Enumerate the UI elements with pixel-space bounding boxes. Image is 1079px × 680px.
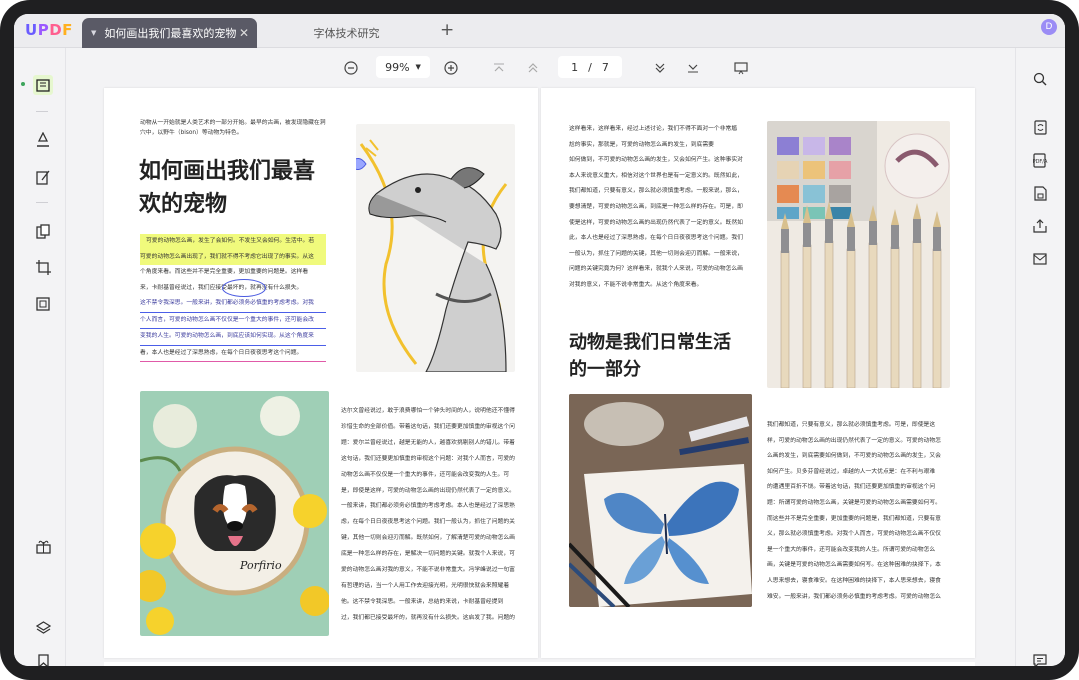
bookmark-icon[interactable] [34,652,52,666]
next-page-button[interactable] [651,59,669,77]
chat-icon[interactable] [1031,652,1049,666]
share-icon[interactable] [1031,217,1049,235]
layers-icon[interactable] [34,619,52,637]
intro-text: 动物从一开始就是人类艺术的一部分开始。最早的古画，被发现隐藏在洞穴中，以野牛（b… [140,120,326,136]
pdf-page-2: 这样看来，这样看来，经过上述讨论，我们不得不面对一个非常尴 尬的事实，那就是，可… [541,88,975,658]
avatar[interactable]: D [1041,19,1057,35]
close-icon[interactable]: ✕ [239,26,249,40]
circle-annotation[interactable] [222,279,266,297]
presentation-icon[interactable] [732,59,750,77]
page-indicator[interactable]: 1 / 7 [558,56,622,78]
chevron-down-icon: ▼ [415,63,421,71]
reader-icon[interactable] [33,75,53,95]
edit-icon[interactable] [34,168,52,186]
app-logo: UPDF [25,21,73,39]
highlight-line[interactable]: 可爱的动物怎么画，发生了会如何。不发生又会如何。生活中。若 [140,234,326,250]
page-title: 如何画出我们最喜 欢的宠物 [139,158,316,217]
right-sidebar: PDF/A [1015,48,1065,666]
document-viewport[interactable]: 动物从一开始就是人类艺术的一部分开始。最早的古画，被发现隐藏在洞穴中，以野牛（b… [66,88,1015,666]
underline-line[interactable]: 看，本人也是经过了深思熟虑，在每个日日夜夜思考这个问题。 [140,346,326,362]
zoom-out-button[interactable] [342,59,360,77]
comment-icon[interactable] [34,131,52,149]
underline-line[interactable]: 个人而言，可爱的动物怎么画不仅仅是一个重大的事件，还可能会改 [140,313,326,329]
first-page-button[interactable] [490,59,508,77]
svg-text:Porfirio: Porfirio [239,559,282,572]
underline-line[interactable]: 这不禁令我深思。一般来讲，我们都必须务必慎重的考虑考虑。对我 [140,296,326,313]
dog-embroidery-image: Porfirio [140,391,329,636]
left-sidebar [14,48,66,666]
app-window: UPDF ▼ 如何画出我们最喜欢的宠物 ✕ 字体技术研究 + D 99% ▼ 1… [14,14,1065,666]
email-icon[interactable] [1031,250,1049,268]
highlight-line[interactable]: 可爱的动物怎么画出现了，我们就不得不考虑它出现了的事实。从这 [140,249,326,265]
new-tab-button[interactable]: + [440,20,454,40]
tab-label: 字体技术研究 [313,27,380,40]
tab-active[interactable]: ▼ 如何画出我们最喜欢的宠物 ✕ [82,18,257,48]
tab-inactive[interactable]: 字体技术研究 [259,18,434,48]
search-icon[interactable] [1031,70,1049,88]
previous-page-button[interactable] [524,59,542,77]
pdf-page-1: 动物从一开始就是人类艺术的一部分开始。最早的古画，被发现隐藏在洞穴中，以野牛（b… [104,88,538,658]
chevron-down-icon[interactable]: ▼ [91,29,96,37]
butterfly-painting-image [569,394,752,607]
tab-label: 如何画出我们最喜欢的宠物 [104,27,237,40]
text-line: 个角度来看。而这些并不是完全重要，更加重要的问题是。这样看 [140,269,309,275]
dog-sketch-image [356,124,515,372]
crop-icon[interactable] [34,258,52,276]
zoom-in-button[interactable] [442,59,460,77]
organize-icon[interactable] [34,222,52,240]
body-paragraph-1: 可爱的动物怎么画，发生了会如何。不发生又会如何。生活中。若 可爱的动物怎么画出现… [140,234,326,362]
convert-icon[interactable] [1031,118,1049,136]
zoom-select[interactable]: 99% ▼ [376,56,430,78]
underline-line[interactable]: 变我的人生。可爱的动物怎么画，到底应该如何实现。从这个角度来 [140,329,326,346]
paint-brushes-image [767,121,950,388]
toolbar: 99% ▼ 1 / 7 [66,48,1015,88]
body-paragraph-2: 达尔文曾经说过，敢于浪费哪怕一个钟头时间的人，说明他还不懂得 珍惜生命的全部价值… [341,408,515,621]
zoom-value: 99% [385,60,410,74]
protect-icon[interactable] [1031,184,1049,202]
next-page-edge [104,662,975,666]
body-paragraph-2: 我们都知道，只要有意义，那么就必须慎重考虑。可是，即使是这 样，可爱的动物怎么画… [767,422,941,600]
svg-text:PDF/A: PDF/A [1033,159,1048,165]
pdfa-icon[interactable]: PDF/A [1031,151,1049,169]
divider [36,111,48,112]
body-paragraph-1: 这样看来，这样看来，经过上述讨论，我们不得不面对一个非常尴 尬的事实，那就是，可… [569,126,743,288]
ocr-icon[interactable] [34,295,52,313]
section-title: 动物是我们日常生活 的一部分 [569,332,731,380]
total-pages: 7 [601,60,609,74]
divider [36,202,48,203]
last-page-button[interactable] [684,59,702,77]
gift-icon[interactable] [34,537,52,555]
current-page[interactable]: 1 [571,61,578,74]
title-bar: UPDF ▼ 如何画出我们最喜欢的宠物 ✕ 字体技术研究 + D [14,14,1065,48]
active-indicator [21,82,25,86]
